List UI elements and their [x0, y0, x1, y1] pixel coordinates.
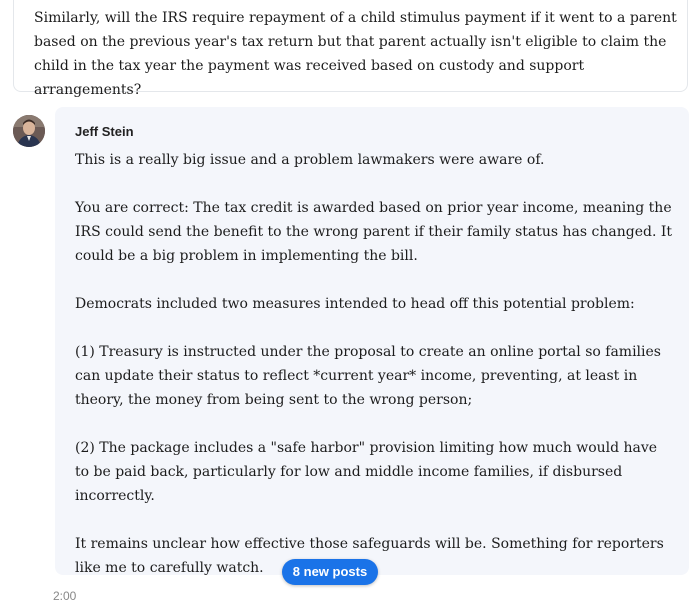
question-text: Similarly, will the IRS require repaymen… [34, 10, 677, 98]
answer-paragraph: (1) Treasury is instructed under the pro… [75, 344, 661, 408]
new-posts-button[interactable]: 8 new posts [282, 559, 378, 585]
answer-card: Jeff Stein This is a really big issue an… [55, 107, 689, 576]
answer-paragraph: This is a really big issue and a problem… [75, 152, 545, 168]
answer-body: This is a really big issue and a problem… [75, 148, 673, 604]
answer-paragraph: You are correct: The tax credit is award… [75, 200, 673, 264]
answer-paragraph: (2) The package includes a "safe harbor"… [75, 440, 658, 504]
answer-paragraph: Democrats included two measures intended… [75, 296, 635, 312]
post-timestamp: 2:00 [53, 589, 77, 603]
author-avatar [13, 115, 45, 147]
author-photo-icon [13, 115, 45, 147]
question-card: Similarly, will the IRS require repaymen… [13, 0, 688, 98]
author-name: Jeff Stein [75, 124, 134, 139]
